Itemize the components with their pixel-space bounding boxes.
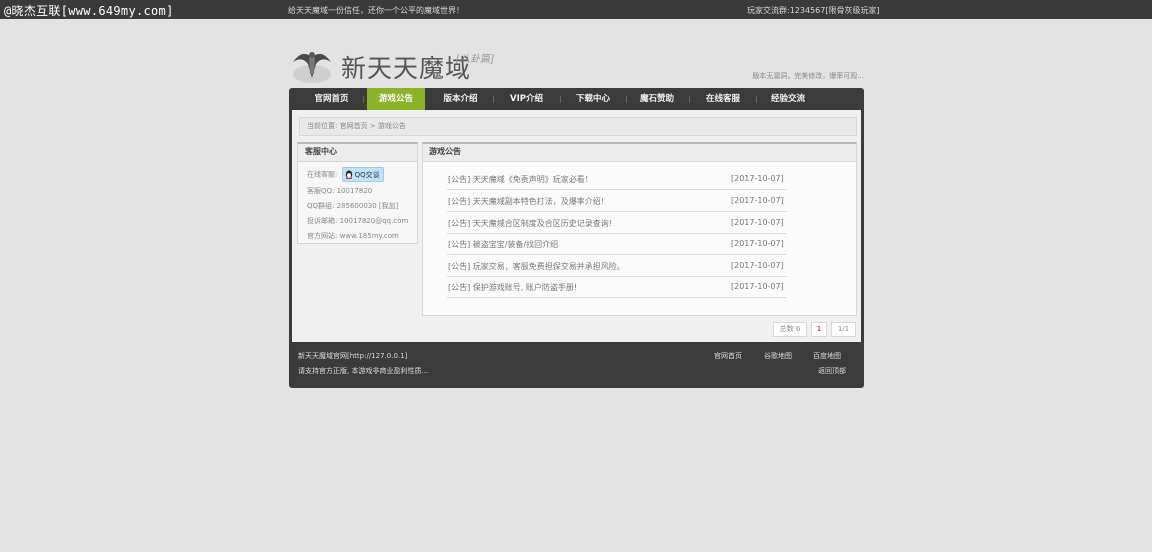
news-date: [2017-10-07]	[731, 196, 784, 205]
top-bar: @晓杰互联[www.649my.com] 给天天魔域一份信任，还你一个公平的魔域…	[0, 0, 1152, 19]
nav-item-download[interactable]: 下载中心	[563, 88, 623, 110]
footer-site-info: 新天天魔域官网[http://127.0.0.1]	[298, 352, 408, 360]
news-row: [公告] 玩家交易，客服免费担保交易并承担风险。 [2017-10-07]	[447, 256, 787, 277]
qq-penguin-icon	[345, 170, 352, 179]
support-email: 投诉邮箱: 10017820@qq.com	[307, 217, 409, 225]
site-footer: 新天天魔域官网[http://127.0.0.1] 请支持官方正版, 本游戏非商…	[292, 344, 861, 386]
player-qq-group: 玩家交流群:1234567[限骨灰级玩家]	[747, 6, 880, 15]
qq-chat-button-label: QQ交谈	[354, 171, 380, 179]
footer-link-google-map[interactable]: 谷歌地图	[764, 351, 792, 361]
news-title[interactable]: [公告] 天天魔域合区制度及合区历史记录查询!	[448, 218, 612, 229]
news-title[interactable]: [公告] 被盗宝宝/装备/找回介绍	[448, 239, 558, 250]
top-slogan: 给天天魔域一份信任，还你一个公平的魔域世界！	[288, 6, 464, 15]
support-qq-group[interactable]: QQ群组: 285600030 [我加]	[307, 201, 398, 211]
news-title[interactable]: [公告] 天天魔域《免责声明》玩家必看！	[448, 174, 593, 185]
nav-item-sponsor[interactable]: 魔石赞助	[629, 88, 685, 110]
pager-total: 总数 6	[773, 322, 807, 337]
nav-divider	[626, 96, 627, 103]
news-row: [公告] 天天魔域合区制度及合区历史记录查询! [2017-10-07]	[447, 213, 787, 234]
nav-item-home[interactable]: 官网首页	[304, 88, 359, 110]
announcement-panel: 游戏公告 [公告] 天天魔域《免责声明》玩家必看！ [2017-10-07] […	[422, 142, 857, 316]
watermark: @晓杰互联[www.649my.com]	[4, 4, 174, 18]
pager-current-page[interactable]: 1	[811, 322, 827, 337]
footer-notice: 请支持官方正版, 本游戏非商业盈利性质...	[298, 367, 429, 375]
header-tagline: 版本无漏洞，完美修改，爆率可观...	[752, 72, 864, 80]
nav-divider	[560, 96, 561, 103]
main-nav: 官网首页 游戏公告 版本介绍 VIP介绍 下载中心 魔石赞助 在线客服 经验交流	[289, 88, 864, 110]
footer-link-home[interactable]: 官网首页	[714, 351, 742, 361]
announcement-panel-title: 游戏公告	[423, 144, 856, 162]
nav-divider	[363, 96, 364, 103]
support-website[interactable]: 官方网站: www.185my.com	[307, 231, 399, 241]
back-to-top-link[interactable]: 返回顶部	[818, 366, 846, 376]
news-title[interactable]: [公告] 天天魔域副本特色打法，及爆率介绍!	[448, 196, 604, 207]
logo-emblem-icon	[293, 52, 331, 83]
nav-divider	[689, 96, 690, 103]
news-row: [公告] 保护游戏账号, 账户防盗手册! [2017-10-07]	[447, 277, 787, 298]
site-logo-title[interactable]: 新天天魔域	[341, 49, 471, 85]
nav-item-support[interactable]: 在线客服	[693, 88, 753, 110]
nav-item-version[interactable]: 版本介绍	[431, 88, 490, 110]
nav-divider	[493, 96, 494, 103]
news-date: [2017-10-07]	[731, 239, 784, 248]
news-row: [公告] 被盗宝宝/装备/找回介绍 [2017-10-07]	[447, 234, 787, 255]
site-logo-subtitle: [八卦篇]	[456, 54, 494, 65]
nav-item-announcements[interactable]: 游戏公告	[367, 88, 425, 110]
main-frame: 官网首页 游戏公告 版本介绍 VIP介绍 下载中心 魔石赞助 在线客服 经验交流…	[289, 88, 864, 388]
site-header: 新天天魔域 [八卦篇] 版本无漏洞，完美修改，爆率可观...	[289, 40, 864, 88]
support-panel: 客服中心 在线客服: QQ交谈 客服QQ: 10017820 QQ群组: 285…	[297, 142, 418, 244]
news-row: [公告] 天天魔域副本特色打法，及爆率介绍! [2017-10-07]	[447, 191, 787, 212]
pager-page-count: 1/1	[831, 322, 856, 337]
news-title[interactable]: [公告] 保护游戏账号, 账户防盗手册!	[448, 282, 577, 293]
breadcrumb: 当前位置: 官网首页 > 游戏公告	[299, 117, 857, 136]
news-title[interactable]: [公告] 玩家交易，客服免费担保交易并承担风险。	[448, 261, 625, 272]
nav-item-vip[interactable]: VIP介绍	[496, 88, 557, 110]
news-date: [2017-10-07]	[731, 282, 784, 291]
qq-chat-button[interactable]: QQ交谈	[341, 167, 384, 182]
content-area: 当前位置: 官网首页 > 游戏公告 客服中心 在线客服: QQ交谈 客服QQ: …	[292, 110, 861, 342]
nav-item-exchange[interactable]: 经验交流	[759, 88, 817, 110]
online-support-row: 在线客服: QQ交谈	[307, 167, 384, 182]
news-row: [公告] 天天魔域《免责声明》玩家必看！ [2017-10-07]	[447, 169, 787, 190]
nav-divider	[756, 96, 757, 103]
support-panel-title: 客服中心	[298, 144, 417, 162]
footer-link-baidu-map[interactable]: 百度地图	[813, 351, 841, 361]
support-qq: 客服QQ: 10017820	[307, 187, 373, 195]
news-date: [2017-10-07]	[731, 218, 784, 227]
news-date: [2017-10-07]	[731, 174, 784, 183]
news-date: [2017-10-07]	[731, 261, 784, 270]
online-support-label: 在线客服:	[307, 170, 338, 179]
